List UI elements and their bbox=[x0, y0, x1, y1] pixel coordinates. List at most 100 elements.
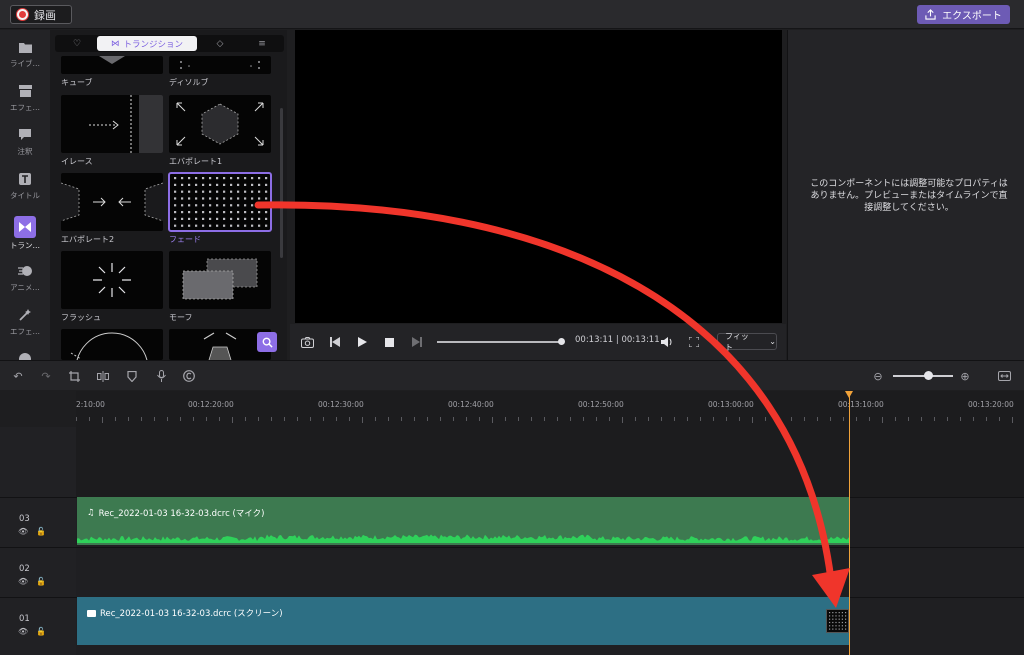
next-frame-button[interactable] bbox=[409, 334, 425, 350]
volume-button[interactable] bbox=[659, 334, 675, 350]
ruler-tick bbox=[661, 417, 662, 421]
redo-button[interactable]: ↷ bbox=[39, 369, 53, 383]
ruler-label: 00:12:40:00 bbox=[448, 400, 494, 409]
export-button[interactable]: エクスポート bbox=[917, 5, 1010, 24]
ruler-tick bbox=[518, 417, 519, 421]
rail-item-effects[interactable]: エフェ… bbox=[0, 76, 50, 120]
tile-flash[interactable] bbox=[61, 251, 163, 309]
rail-item-titles[interactable]: タイトル bbox=[0, 164, 50, 208]
voiceover-button[interactable] bbox=[154, 369, 168, 383]
ruler-tick bbox=[947, 417, 948, 421]
ruler-tick bbox=[596, 417, 597, 421]
zoom-knob[interactable] bbox=[924, 371, 933, 380]
bowtie-icon: ⋈ bbox=[110, 38, 120, 49]
undo-icon: ↶ bbox=[13, 369, 23, 383]
split-icon bbox=[97, 370, 109, 382]
record-icon bbox=[17, 9, 28, 20]
search-button[interactable] bbox=[257, 332, 277, 352]
tile-evaporate-1[interactable] bbox=[169, 95, 271, 153]
zoom-out-button[interactable]: ⊖ bbox=[871, 369, 885, 383]
timecode: 00:13:11 | 00:13:11 bbox=[575, 335, 660, 345]
ruler-label: 00:13:00:00 bbox=[708, 400, 754, 409]
ruler-tick bbox=[700, 417, 701, 421]
unlock-icon[interactable]: 🔓 bbox=[36, 577, 46, 586]
ruler-tick bbox=[687, 417, 688, 421]
ruler-label: 00:13:20:00 bbox=[968, 400, 1014, 409]
tile-morph[interactable] bbox=[169, 251, 271, 309]
fade-transition-chip[interactable] bbox=[826, 609, 849, 633]
heart-icon: ♡ bbox=[72, 38, 82, 49]
ruler-tick bbox=[674, 417, 675, 421]
play-button[interactable] bbox=[354, 334, 370, 350]
ruler-tick bbox=[570, 417, 571, 421]
timeline-ruler[interactable]: 2:10:00 00:12:20:00 00:12:30:00 00:12:40… bbox=[76, 391, 1024, 427]
track-head-empty bbox=[0, 427, 76, 497]
progress-knob[interactable] bbox=[558, 338, 565, 345]
ruler-tick bbox=[427, 417, 428, 421]
prev-frame-button[interactable] bbox=[327, 334, 343, 350]
tile-label: エバポレート1 bbox=[169, 157, 223, 166]
fullscreen-button[interactable] bbox=[686, 334, 702, 350]
tile-fade[interactable] bbox=[168, 172, 272, 232]
preview-canvas[interactable] bbox=[295, 30, 782, 323]
tab-transitions[interactable]: ⋈ トランジション bbox=[97, 36, 197, 51]
record-button[interactable]: 録画 bbox=[10, 5, 72, 24]
fit-width-icon bbox=[997, 371, 1011, 381]
tab-keyframes[interactable]: ◇ bbox=[200, 36, 240, 51]
ruler-tick bbox=[895, 417, 896, 421]
audio-clip[interactable]: ♫ Rec_2022-01-03 16-32-03.dcrc (マイク) bbox=[77, 497, 849, 545]
zoom-slider[interactable] bbox=[893, 375, 953, 377]
ruler-tick bbox=[232, 417, 233, 423]
ruler-tick bbox=[362, 417, 363, 423]
playhead-handle[interactable] bbox=[845, 391, 853, 398]
no-properties-message: このコンポーネントには調整可能なプロパティはありません。プレビューまたはタイムラ… bbox=[810, 179, 1008, 213]
zoom-in-button[interactable]: ⊕ bbox=[958, 369, 972, 383]
unlock-icon[interactable]: 🔓 bbox=[36, 627, 46, 636]
rail-item-animations[interactable]: アニメ… bbox=[0, 256, 50, 300]
rail-item-transitions[interactable]: トラン… bbox=[0, 208, 50, 252]
eye-icon[interactable]: 👁 bbox=[18, 527, 28, 536]
fit-timeline-button[interactable] bbox=[997, 369, 1011, 383]
rail-item-annotations[interactable]: 注釈 bbox=[0, 120, 50, 164]
panel-scrollbar[interactable] bbox=[280, 108, 283, 258]
fit-label: フィット bbox=[725, 331, 749, 352]
ruler-tick bbox=[310, 417, 311, 421]
fit-dropdown[interactable]: フィット ⌄ bbox=[717, 331, 777, 352]
crop-button[interactable] bbox=[67, 369, 81, 383]
tile-cube[interactable] bbox=[61, 56, 163, 74]
playback-progress[interactable] bbox=[437, 341, 564, 343]
tile-dissolve[interactable] bbox=[169, 56, 271, 74]
split-button[interactable] bbox=[96, 369, 110, 383]
tab-favorites[interactable]: ♡ bbox=[57, 36, 97, 51]
ruler-label: 2:10:00 bbox=[76, 400, 105, 409]
tab-label: トランジション bbox=[123, 39, 183, 50]
tile-circle[interactable] bbox=[61, 329, 163, 360]
track-lane-02[interactable] bbox=[76, 547, 1024, 597]
caption-button[interactable] bbox=[182, 369, 196, 383]
track-lane-empty[interactable] bbox=[76, 427, 1024, 497]
undo-button[interactable]: ↶ bbox=[11, 369, 25, 383]
wand-icon bbox=[18, 308, 32, 322]
ruler-tick bbox=[648, 417, 649, 421]
tile-erase[interactable] bbox=[61, 95, 163, 153]
rail-item-library[interactable]: ライブ… bbox=[0, 32, 50, 76]
ruler-tick bbox=[713, 417, 714, 421]
ruler-tick bbox=[882, 417, 883, 423]
eye-icon[interactable]: 👁 bbox=[18, 577, 28, 586]
clip-name: Rec_2022-01-03 16-32-03.dcrc (マイク) bbox=[98, 509, 265, 519]
ruler-tick bbox=[752, 417, 753, 423]
tile-shape[interactable] bbox=[169, 329, 271, 360]
speech-icon bbox=[18, 128, 32, 142]
snapshot-button[interactable] bbox=[299, 334, 315, 350]
unlock-icon[interactable]: 🔓 bbox=[36, 527, 46, 536]
tab-list[interactable]: ≡ bbox=[242, 36, 282, 51]
playhead[interactable] bbox=[849, 393, 850, 655]
stop-button[interactable] bbox=[381, 334, 397, 350]
marker-button[interactable] bbox=[125, 369, 139, 383]
title-icon bbox=[18, 172, 32, 186]
eye-icon[interactable]: 👁 bbox=[18, 627, 28, 636]
tile-evaporate-2[interactable] bbox=[61, 173, 163, 231]
ruler-tick bbox=[440, 417, 441, 421]
rail-item-effects-2[interactable]: エフェ… bbox=[0, 300, 50, 344]
screen-clip[interactable]: Rec_2022-01-03 16-32-03.dcrc (スクリーン) bbox=[77, 597, 849, 645]
